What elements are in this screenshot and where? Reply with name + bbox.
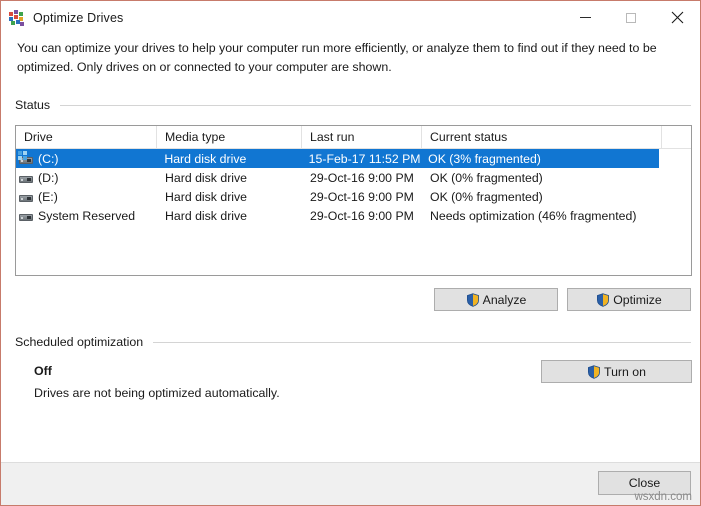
- cell-drive: (D:): [16, 168, 157, 187]
- defrag-icon: [9, 9, 25, 26]
- drive-icon: [18, 170, 34, 186]
- scheduled-group-divider: [153, 341, 691, 343]
- footer-panel: [1, 462, 700, 505]
- window-title: Optimize Drives: [33, 10, 124, 25]
- column-header-spacer[interactable]: [662, 126, 691, 148]
- window-controls: [562, 1, 700, 34]
- drives-list-header: Drive Media type Last run Current status: [16, 126, 691, 149]
- maximize-button[interactable]: [608, 1, 654, 34]
- cell-last-run: 29-Oct-16 9:00 PM: [310, 170, 414, 185]
- status-group-label: Status: [15, 98, 51, 112]
- table-row[interactable]: (D:) Hard disk drive 29-Oct-16 9:00 PM O…: [16, 168, 691, 187]
- drive-icon: [18, 208, 34, 224]
- watermark: wsxdn.com: [634, 491, 692, 503]
- system-drive-icon: [18, 150, 34, 167]
- uac-shield-icon: [587, 364, 601, 379]
- cell-drive: System Reserved: [16, 206, 157, 225]
- cell-media-type: Hard disk drive: [165, 189, 248, 204]
- column-header-drive[interactable]: Drive: [16, 126, 157, 148]
- table-row[interactable]: (C:) Hard disk drive 15-Feb-17 11:52 PM …: [16, 149, 659, 168]
- turn-on-button-label: Turn on: [604, 364, 646, 379]
- cell-current-status: OK (0% fragmented): [430, 189, 543, 204]
- optimize-drives-window: Optimize Drives You can optimize your dr…: [0, 0, 701, 506]
- cell-drive-label: (E:): [38, 189, 58, 204]
- analyze-button[interactable]: Analyze: [434, 288, 558, 311]
- cell-media-type: Hard disk drive: [165, 208, 248, 223]
- uac-shield-icon: [466, 292, 480, 307]
- cell-drive-label: (D:): [38, 170, 59, 185]
- cell-media-type: Hard disk drive: [164, 151, 247, 166]
- title-bar[interactable]: Optimize Drives: [1, 1, 700, 34]
- cell-drive-label: (C:): [38, 151, 59, 166]
- cell-current-status: OK (0% fragmented): [430, 170, 543, 185]
- cell-last-run: 29-Oct-16 9:00 PM: [310, 208, 414, 223]
- close-icon: [671, 11, 684, 24]
- cell-drive: (C:): [16, 149, 156, 168]
- cell-current-status: Needs optimization (46% fragmented): [430, 208, 637, 223]
- status-group-header: Status: [15, 98, 691, 112]
- drives-list[interactable]: Drive Media type Last run Current status: [15, 125, 692, 276]
- drive-icon: [18, 189, 34, 205]
- cell-drive-label: System Reserved: [38, 208, 136, 223]
- close-dialog-button-label: Close: [628, 476, 661, 490]
- column-header-last-run[interactable]: Last run: [302, 126, 422, 148]
- analyze-button-label: Analyze: [482, 292, 527, 307]
- scheduled-group-header: Scheduled optimization: [15, 335, 691, 349]
- optimize-button[interactable]: Optimize: [567, 288, 691, 311]
- table-row[interactable]: System Reserved Hard disk drive 29-Oct-1…: [16, 206, 691, 225]
- status-group-divider: [60, 104, 691, 106]
- minimize-button[interactable]: [562, 1, 608, 34]
- maximize-icon: [626, 12, 636, 23]
- cell-current-status: OK (3% fragmented): [428, 151, 541, 166]
- cell-drive: (E:): [16, 187, 157, 206]
- cell-media-type: Hard disk drive: [165, 170, 248, 185]
- uac-shield-icon: [596, 292, 610, 307]
- cell-last-run: 15-Feb-17 11:52 PM: [308, 151, 421, 166]
- turn-on-button[interactable]: Turn on: [541, 360, 692, 383]
- schedule-note: Drives are not being optimized automatic…: [34, 386, 280, 400]
- minimize-icon: [579, 17, 591, 18]
- table-row[interactable]: (E:) Hard disk drive 29-Oct-16 9:00 PM O…: [16, 187, 691, 206]
- schedule-state: Off: [34, 364, 52, 378]
- column-header-current-status[interactable]: Current status: [422, 126, 662, 148]
- description-text: You can optimize your drives to help you…: [17, 41, 657, 74]
- optimize-button-label: Optimize: [613, 292, 662, 307]
- scheduled-group-label: Scheduled optimization: [15, 335, 144, 349]
- cell-last-run: 29-Oct-16 9:00 PM: [310, 189, 414, 204]
- drives-list-body: (C:) Hard disk drive 15-Feb-17 11:52 PM …: [16, 149, 691, 225]
- column-header-media-type[interactable]: Media type: [157, 126, 302, 148]
- close-button[interactable]: [654, 1, 700, 34]
